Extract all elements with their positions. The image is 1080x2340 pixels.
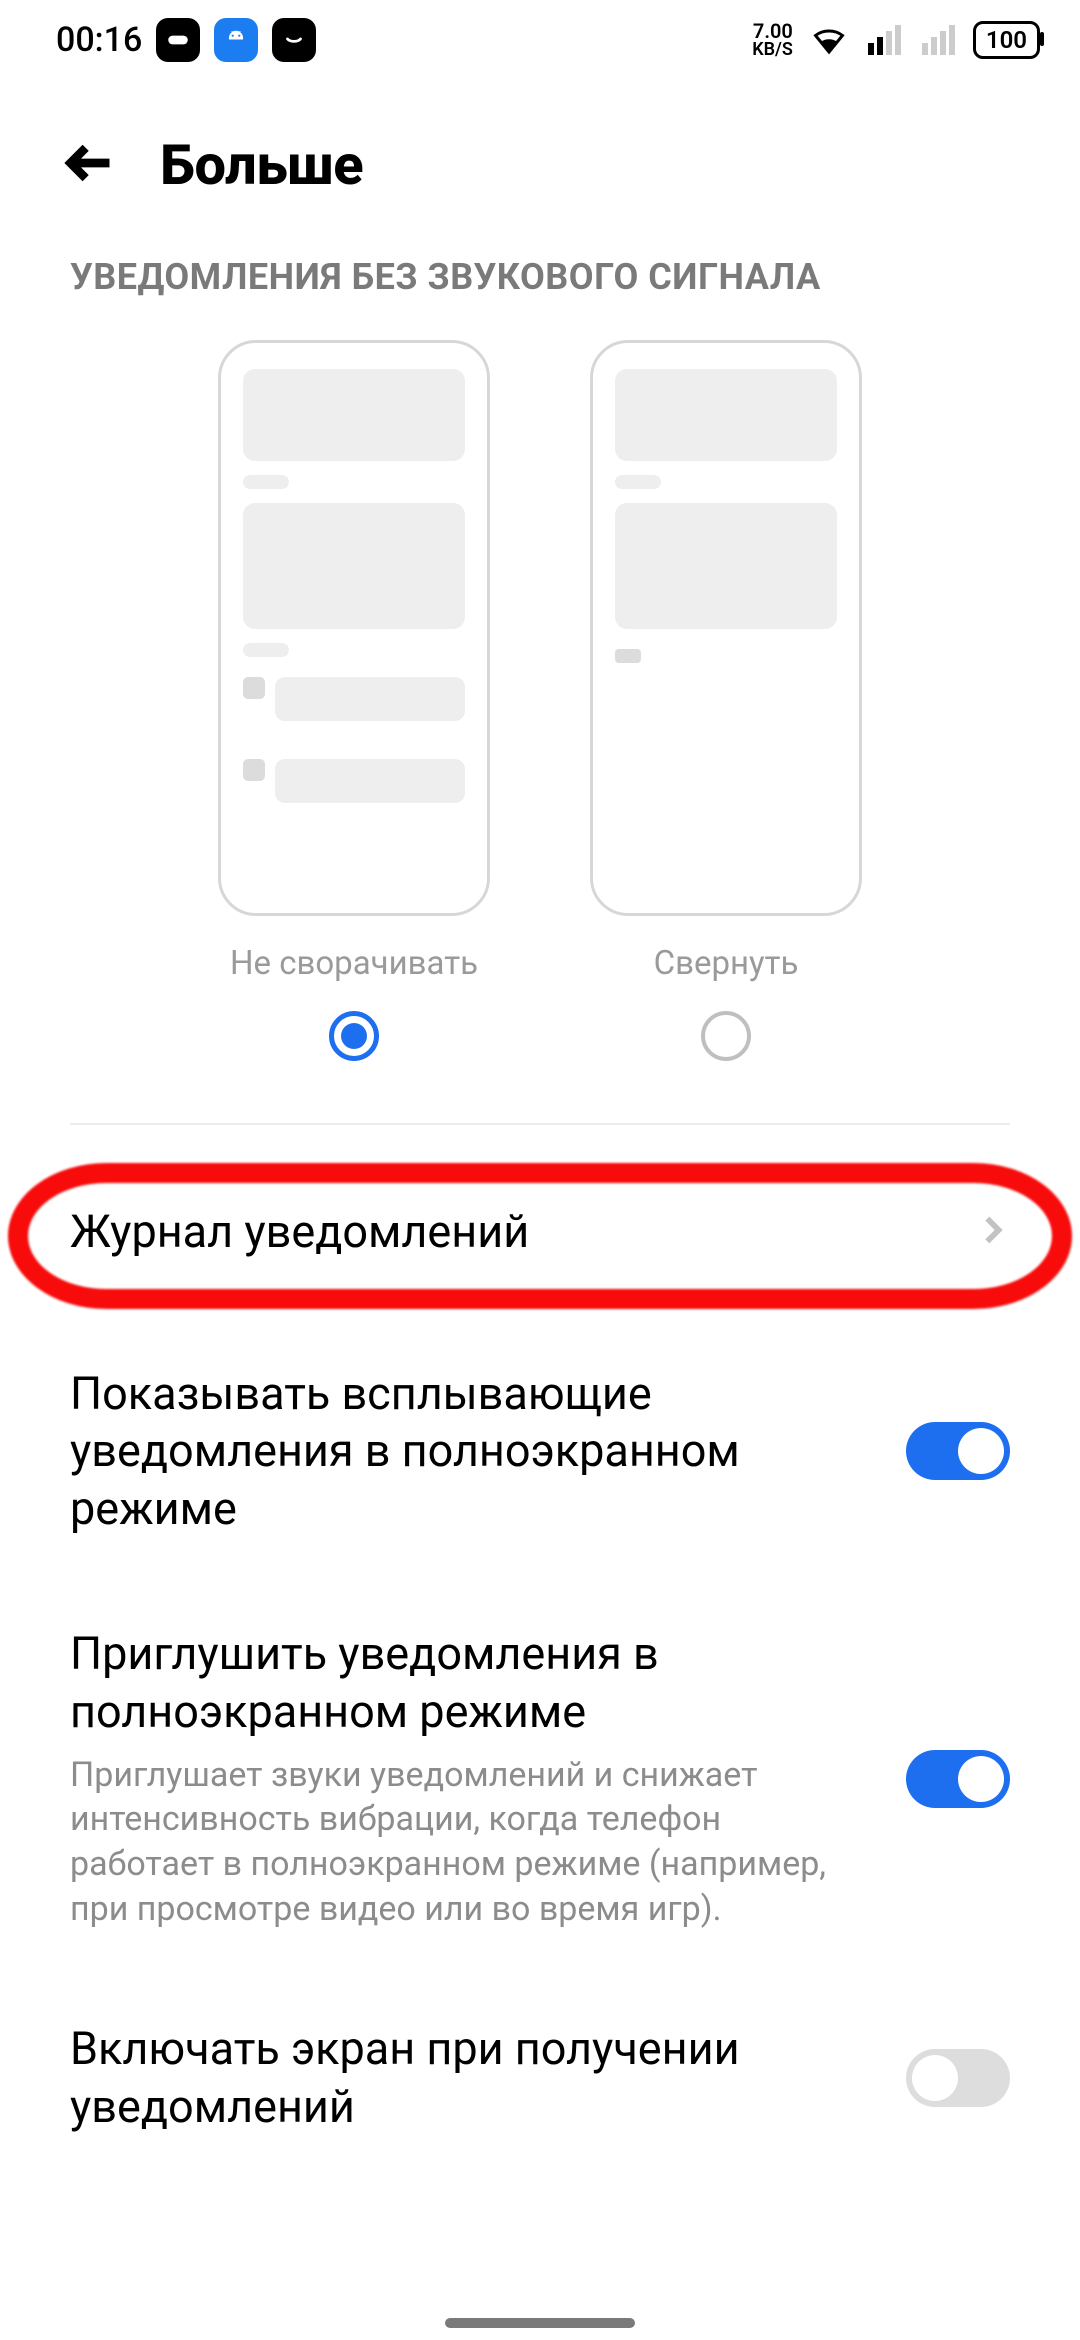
app-icon-oculus [156, 18, 200, 62]
chevron-right-icon [976, 1213, 1010, 1251]
radio-collapse[interactable] [701, 1011, 751, 1061]
notification-style-options: Не сворачивать Свернуть [0, 340, 1080, 1071]
switch-mute-fullscreen[interactable] [906, 1750, 1010, 1808]
battery-indicator: 100 [973, 21, 1040, 59]
back-button[interactable] [64, 137, 116, 193]
status-bar-right: 7.00 KB/S 100 [752, 21, 1040, 59]
signal-icon-1 [865, 22, 901, 58]
home-indicator[interactable] [445, 2318, 635, 2328]
wifi-icon [811, 22, 847, 58]
page-title: Больше [160, 132, 363, 198]
highlighted-item-wrap: Журнал уведомлений [0, 1159, 1080, 1305]
status-bar: 00:16 7.00 KB/S 100 [0, 0, 1080, 80]
preview-no-collapse [218, 340, 490, 916]
radio-no-collapse[interactable] [329, 1011, 379, 1061]
option-collapse-label: Свернуть [654, 944, 799, 983]
app-icon-smile [272, 18, 316, 62]
item-notification-log-title: Журнал уведомлений [70, 1203, 936, 1261]
item-wake-screen-title: Включать экран при получении уведомлений [70, 2020, 866, 2135]
item-mute-fullscreen-title: Приглушить уведомления в полноэкранном р… [70, 1625, 866, 1740]
status-time: 00:16 [56, 20, 142, 60]
item-notification-log[interactable]: Журнал уведомлений [0, 1159, 1080, 1305]
option-collapse[interactable]: Свернуть [590, 340, 862, 1061]
item-mute-fullscreen[interactable]: Приглушить уведомления в полноэкранном р… [0, 1581, 1080, 1976]
app-bar: Больше [0, 80, 1080, 256]
item-popup-fullscreen-title: Показывать всплывающие уведомления в пол… [70, 1365, 866, 1538]
preview-collapse [590, 340, 862, 916]
app-icon-android [214, 18, 258, 62]
option-no-collapse-label: Не сворачивать [230, 944, 478, 983]
status-bar-left: 00:16 [56, 18, 316, 62]
network-speed: 7.00 KB/S [752, 21, 793, 59]
switch-wake-screen[interactable] [906, 2049, 1010, 2107]
option-no-collapse[interactable]: Не сворачивать [218, 340, 490, 1061]
divider [70, 1123, 1010, 1125]
item-popup-fullscreen[interactable]: Показывать всплывающие уведомления в пол… [0, 1305, 1080, 1582]
item-mute-fullscreen-sub: Приглушает звуки уведомлений и снижает и… [70, 1753, 866, 1933]
section-label-silent: УВЕДОМЛЕНИЯ БЕЗ ЗВУКОВОГО СИГНАЛА [0, 256, 1080, 340]
network-speed-unit: KB/S [752, 41, 793, 59]
item-wake-screen[interactable]: Включать экран при получении уведомлений [0, 1976, 1080, 2179]
signal-icon-2 [919, 22, 955, 58]
switch-popup-fullscreen[interactable] [906, 1422, 1010, 1480]
network-speed-value: 7.00 [752, 21, 793, 41]
